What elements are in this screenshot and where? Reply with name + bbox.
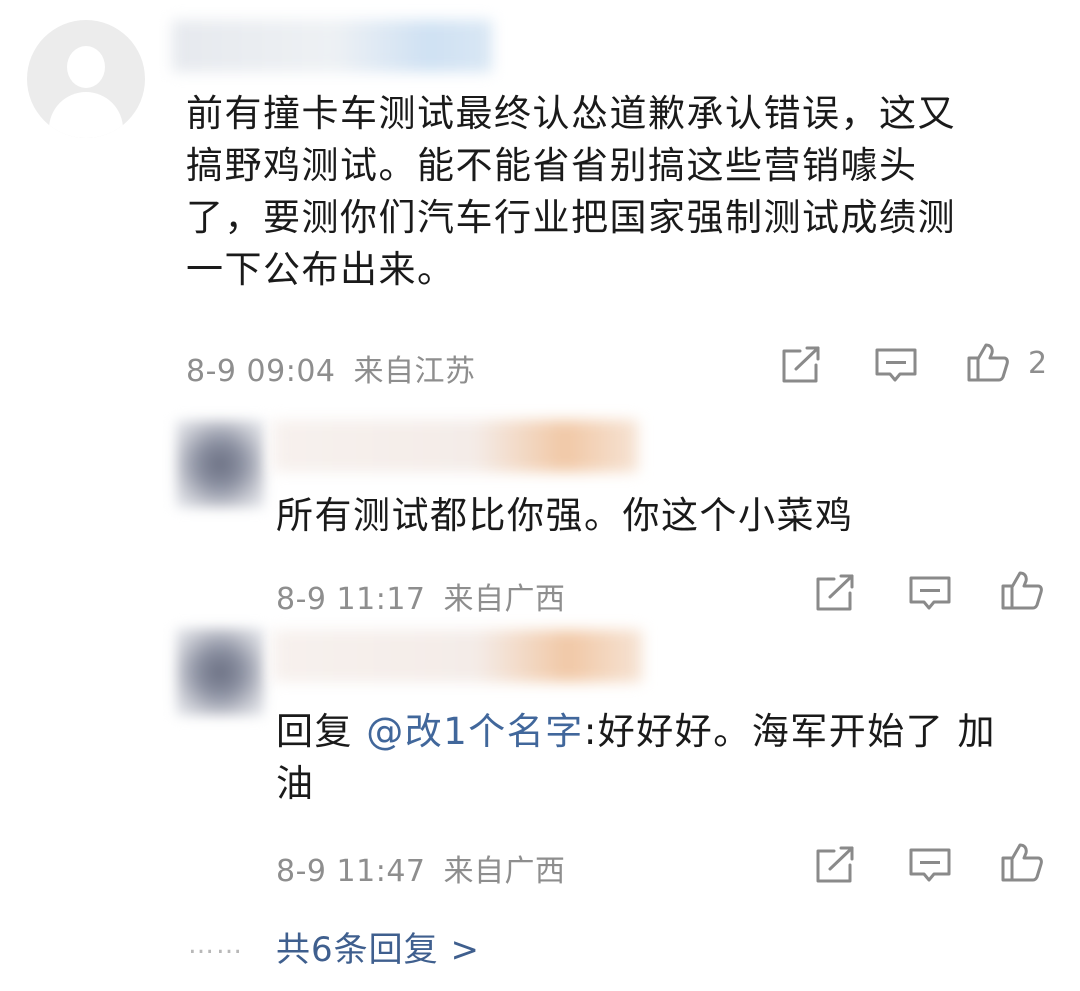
timestamp: 8-9 09:04 [186,354,336,389]
timestamp: 8-9 11:17 [276,582,426,617]
like-icon[interactable] [966,342,1010,382]
reply-username-blurred[interactable] [272,630,642,682]
more-replies-dots: …… [188,930,244,960]
reply-avatar[interactable] [176,628,264,716]
reply-meta: 8-9 11:17 来自广西 [276,574,566,618]
location: 来自江苏 [353,354,476,389]
comment-meta: 8-9 09:04 来自江苏 [186,346,476,390]
like-count: 2 [1028,346,1048,381]
reply-text: 所有测试都比你强。你这个小菜鸡 [276,490,854,542]
location: 来自广西 [443,854,566,889]
reply-line: 回复 @改1个名字:好好好。海军开始了 加 [276,706,1066,758]
comment-text: 前有撞卡车测试最终认怂道歉承认错误，这又 搞野鸡测试。能不能省省别搞这些营销噱头… [186,88,1066,296]
location: 来自广西 [443,582,566,617]
reply-text: 回复 @改1个名字:好好好。海军开始了 加 油 [276,706,1066,810]
reply-username-blurred[interactable] [272,420,638,472]
comment-line: 了，要测你们汽车行业把国家强制测试成绩测 [186,196,956,239]
share-icon[interactable] [780,345,824,385]
comment-line: 一下公布出来。 [186,248,456,291]
avatar-head-shape [67,46,105,88]
mention-link[interactable]: @改1个名字 [366,710,584,753]
reply-line: 油 [276,762,315,805]
avatar-body-shape [49,92,123,138]
comment-line: 搞野鸡测试。能不能省省别搞这些营销噱头 [186,144,918,187]
reply-line: 所有测试都比你强。你这个小菜鸡 [276,494,854,537]
username-blurred[interactable] [172,20,492,72]
view-all-replies-link[interactable]: 共6条回复 > [276,922,480,971]
share-icon[interactable] [814,845,858,885]
comment-icon[interactable] [908,573,952,613]
reply-avatar[interactable] [176,420,264,508]
reply-meta: 8-9 11:47 来自广西 [276,846,566,890]
share-icon[interactable] [814,573,858,613]
like-icon[interactable] [1000,570,1044,610]
avatar[interactable] [27,20,145,138]
reply-body: :好好好。海军开始了 加 [583,710,997,753]
timestamp: 8-9 11:47 [276,854,426,889]
comment-icon[interactable] [874,345,918,385]
like-icon[interactable] [1000,842,1044,882]
reply-prefix: 回复 [276,710,353,753]
comment-line: 前有撞卡车测试最终认怂道歉承认错误，这又 [186,92,956,135]
comment-icon[interactable] [908,845,952,885]
